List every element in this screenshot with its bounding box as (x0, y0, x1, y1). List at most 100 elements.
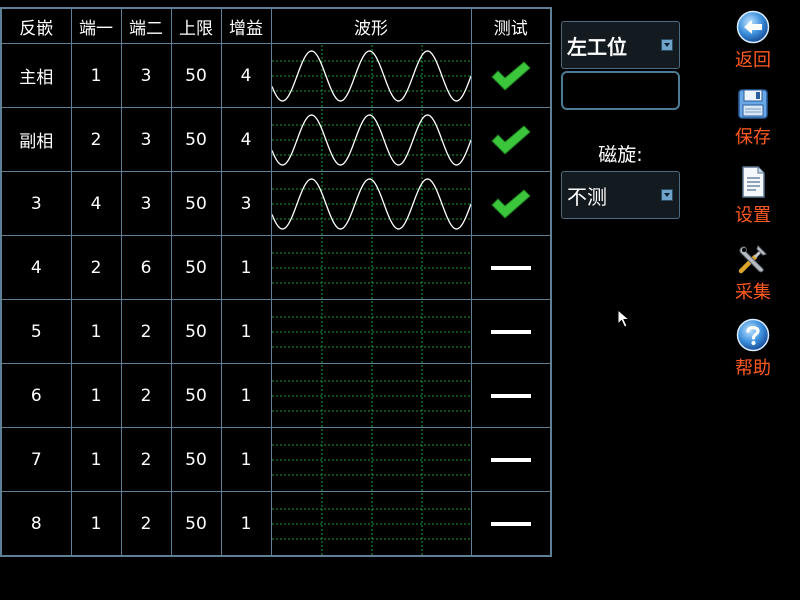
port1-cell[interactable]: 4 (70, 171, 122, 236)
header-waveform: 波形 (270, 7, 472, 44)
table-row[interactable]: 5 1 2 50 1 (0, 299, 552, 364)
port2-cell[interactable]: 2 (120, 491, 172, 557)
magnet-select[interactable]: 不测 (561, 171, 680, 219)
waveform-cell (270, 235, 472, 300)
gain-cell[interactable]: 3 (220, 171, 272, 236)
test-cell[interactable] (470, 171, 552, 236)
header-gain: 增益 (220, 7, 272, 44)
dropdown-arrow-icon[interactable] (661, 39, 673, 51)
settings-label: 设置 (735, 205, 771, 226)
port2-cell[interactable]: 2 (120, 363, 172, 428)
limit-cell[interactable]: 50 (170, 107, 222, 172)
document-icon (742, 166, 765, 198)
waveform-plot (271, 492, 471, 555)
gain-cell[interactable]: 4 (220, 43, 272, 108)
dropdown-arrow-icon[interactable] (661, 189, 673, 201)
table-row[interactable]: 7 1 2 50 1 (0, 427, 552, 492)
save-button[interactable]: 保存 (712, 87, 794, 157)
table-row[interactable]: 3 4 3 50 3 (0, 171, 552, 236)
port1-cell[interactable]: 1 (70, 491, 122, 557)
header-test: 测试 (470, 7, 552, 44)
reverse-cell[interactable]: 7 (0, 427, 72, 492)
waveform-cell (270, 299, 472, 364)
reverse-cell[interactable]: 6 (0, 363, 72, 428)
waveform-cell (270, 427, 472, 492)
waveform-plot (271, 172, 471, 235)
port2-cell[interactable]: 3 (120, 107, 172, 172)
collect-label: 采集 (735, 282, 771, 303)
test-cell[interactable] (470, 491, 552, 557)
value-input-box[interactable] (561, 71, 680, 110)
limit-cell[interactable]: 50 (170, 363, 222, 428)
test-cell[interactable] (470, 363, 552, 428)
waveform-plot (271, 428, 471, 491)
reverse-cell[interactable]: 5 (0, 299, 72, 364)
reverse-cell[interactable]: 8 (0, 491, 72, 557)
limit-cell[interactable]: 50 (170, 235, 222, 300)
floppy-disk-icon (738, 89, 768, 119)
back-button[interactable]: 返回 (712, 10, 794, 80)
magnet-label: 磁旋: (598, 144, 643, 166)
test-cell[interactable] (470, 299, 552, 364)
test-cell[interactable] (470, 43, 552, 108)
port2-cell[interactable]: 2 (120, 427, 172, 492)
reverse-cell[interactable]: 主相 (0, 43, 72, 108)
station-select-value: 左工位 (567, 35, 627, 59)
waveform-plot (271, 44, 471, 107)
header-port2: 端二 (120, 7, 172, 44)
tools-icon (738, 245, 767, 274)
port2-cell[interactable]: 3 (120, 171, 172, 236)
collect-button[interactable]: 采集 (712, 242, 794, 312)
dash-icon (490, 393, 531, 398)
check-icon (491, 124, 531, 155)
waveform-cell (270, 171, 472, 236)
test-cell[interactable] (470, 235, 552, 300)
test-cell[interactable] (470, 427, 552, 492)
waveform-plot (271, 236, 471, 299)
port1-cell[interactable]: 1 (70, 427, 122, 492)
settings-button[interactable]: 设置 (712, 165, 794, 235)
limit-cell[interactable]: 50 (170, 43, 222, 108)
check-icon (491, 188, 531, 219)
table-row[interactable]: 6 1 2 50 1 (0, 363, 552, 428)
port1-cell[interactable]: 1 (70, 363, 122, 428)
gain-cell[interactable]: 1 (220, 491, 272, 557)
port2-cell[interactable]: 3 (120, 43, 172, 108)
limit-cell[interactable]: 50 (170, 491, 222, 557)
mouse-cursor-icon (617, 309, 631, 328)
gain-cell[interactable]: 4 (220, 107, 272, 172)
gain-cell[interactable]: 1 (220, 235, 272, 300)
header-port1: 端一 (70, 7, 122, 44)
reverse-cell[interactable]: 3 (0, 171, 72, 236)
gain-cell[interactable]: 1 (220, 363, 272, 428)
main-screen: 反嵌 端一 端二 上限 增益 波形 测试 主相 1 3 50 4 副相 2 3 50 4 3 4 3 50… (0, 0, 800, 600)
dash-icon (490, 329, 531, 334)
test-cell[interactable] (470, 107, 552, 172)
port1-cell[interactable]: 1 (70, 299, 122, 364)
port2-cell[interactable]: 2 (120, 299, 172, 364)
port1-cell[interactable]: 2 (70, 107, 122, 172)
port1-cell[interactable]: 1 (70, 43, 122, 108)
reverse-cell[interactable]: 4 (0, 235, 72, 300)
table-row[interactable]: 4 2 6 50 1 (0, 235, 552, 300)
limit-cell[interactable]: 50 (170, 299, 222, 364)
port2-cell[interactable]: 6 (120, 235, 172, 300)
reverse-cell[interactable]: 副相 (0, 107, 72, 172)
gain-cell[interactable]: 1 (220, 427, 272, 492)
help-button[interactable]: 帮助 (712, 318, 794, 388)
limit-cell[interactable]: 50 (170, 427, 222, 492)
limit-cell[interactable]: 50 (170, 171, 222, 236)
dash-icon (490, 265, 531, 270)
table-row[interactable]: 主相 1 3 50 4 (0, 43, 552, 108)
waveform-cell (270, 43, 472, 108)
port1-cell[interactable]: 2 (70, 235, 122, 300)
save-label: 保存 (735, 127, 771, 148)
table-header-row: 反嵌 端一 端二 上限 增益 波形 测试 (0, 7, 552, 44)
table-row[interactable]: 8 1 2 50 1 (0, 491, 552, 557)
waveform-plot (271, 300, 471, 363)
station-select[interactable]: 左工位 (561, 21, 680, 69)
gain-cell[interactable]: 1 (220, 299, 272, 364)
dash-icon (490, 457, 531, 462)
table-row[interactable]: 副相 2 3 50 4 (0, 107, 552, 172)
magnet-select-value: 不测 (567, 185, 607, 209)
